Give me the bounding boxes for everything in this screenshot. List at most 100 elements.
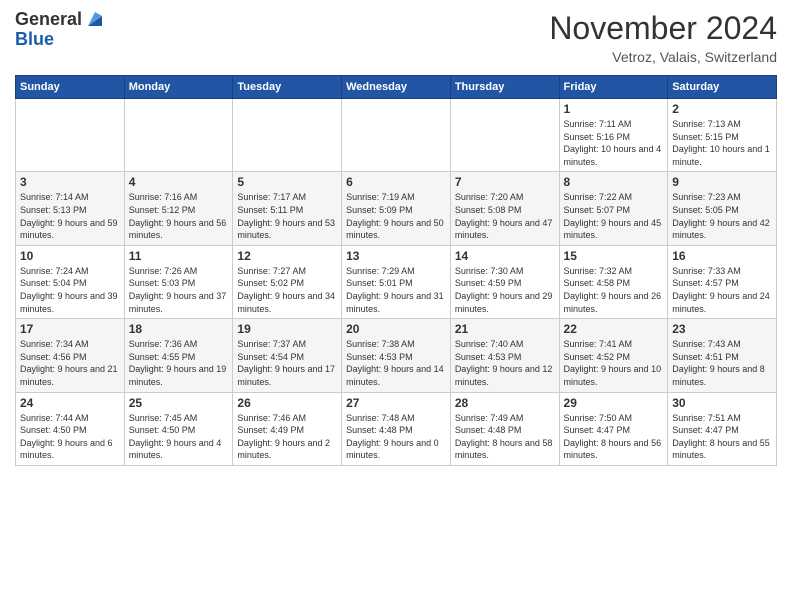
day-number: 9 bbox=[672, 175, 772, 189]
calendar-cell: 30 Sunrise: 7:51 AM Sunset: 4:47 PM Dayli… bbox=[668, 392, 777, 465]
calendar-cell: 22 Sunrise: 7:41 AM Sunset: 4:52 PM Dayli… bbox=[559, 319, 668, 392]
day-info: Sunrise: 7:38 AM Sunset: 4:53 PM Dayligh… bbox=[346, 338, 446, 388]
day-number: 1 bbox=[564, 102, 664, 116]
calendar-week-1: 1 Sunrise: 7:11 AM Sunset: 5:16 PM Daylig… bbox=[16, 99, 777, 172]
calendar-cell: 4 Sunrise: 7:16 AM Sunset: 5:12 PM Daylig… bbox=[124, 172, 233, 245]
calendar-cell: 29 Sunrise: 7:50 AM Sunset: 4:47 PM Dayli… bbox=[559, 392, 668, 465]
day-info: Sunrise: 7:44 AM Sunset: 4:50 PM Dayligh… bbox=[20, 412, 120, 462]
calendar-cell: 8Sunrise: 7:22 AM Sunset: 5:07 PM Daylig… bbox=[559, 172, 668, 245]
calendar-cell: 15 Sunrise: 7:32 AM Sunset: 4:58 PM Dayli… bbox=[559, 245, 668, 318]
calendar-cell bbox=[124, 99, 233, 172]
day-number: 11 bbox=[129, 249, 229, 263]
day-number: 23 bbox=[672, 322, 772, 336]
calendar-cell: 5 Sunrise: 7:17 AM Sunset: 5:11 PM Daylig… bbox=[233, 172, 342, 245]
day-info: Sunrise: 7:26 AM Sunset: 5:03 PM Dayligh… bbox=[129, 265, 229, 315]
day-number: 17 bbox=[20, 322, 120, 336]
day-info: Sunrise: 7:41 AM Sunset: 4:52 PM Dayligh… bbox=[564, 338, 664, 388]
day-number: 14 bbox=[455, 249, 555, 263]
col-thursday: Thursday bbox=[450, 76, 559, 99]
day-info: Sunrise: 7:24 AM Sunset: 5:04 PM Dayligh… bbox=[20, 265, 120, 315]
calendar-cell: 21 Sunrise: 7:40 AM Sunset: 4:53 PM Dayli… bbox=[450, 319, 559, 392]
calendar-cell: 1 Sunrise: 7:11 AM Sunset: 5:16 PM Daylig… bbox=[559, 99, 668, 172]
day-number: 19 bbox=[237, 322, 337, 336]
day-info: Sunrise: 7:45 AM Sunset: 4:50 PM Dayligh… bbox=[129, 412, 229, 462]
col-monday: Monday bbox=[124, 76, 233, 99]
title-block: November 2024 Vetroz, Valais, Switzerlan… bbox=[549, 10, 777, 65]
day-info: Sunrise: 7:50 AM Sunset: 4:47 PM Dayligh… bbox=[564, 412, 664, 462]
day-number: 18 bbox=[129, 322, 229, 336]
calendar-cell bbox=[16, 99, 125, 172]
calendar-cell: 16Sunrise: 7:33 AM Sunset: 4:57 PM Dayli… bbox=[668, 245, 777, 318]
day-info: Sunrise: 7:11 AM Sunset: 5:16 PM Dayligh… bbox=[564, 118, 664, 168]
day-info: Sunrise: 7:32 AM Sunset: 4:58 PM Dayligh… bbox=[564, 265, 664, 315]
calendar-cell: 24 Sunrise: 7:44 AM Sunset: 4:50 PM Dayli… bbox=[16, 392, 125, 465]
day-info: Sunrise: 7:29 AM Sunset: 5:01 PM Dayligh… bbox=[346, 265, 446, 315]
day-number: 13 bbox=[346, 249, 446, 263]
day-number: 28 bbox=[455, 396, 555, 410]
day-number: 25 bbox=[129, 396, 229, 410]
day-info: Sunrise: 7:19 AM Sunset: 5:09 PM Dayligh… bbox=[346, 191, 446, 241]
calendar-cell bbox=[233, 99, 342, 172]
calendar-cell: 13 Sunrise: 7:29 AM Sunset: 5:01 PM Dayli… bbox=[342, 245, 451, 318]
day-info: Sunrise: 7:36 AM Sunset: 4:55 PM Dayligh… bbox=[129, 338, 229, 388]
day-info: Sunrise: 7:48 AM Sunset: 4:48 PM Dayligh… bbox=[346, 412, 446, 462]
calendar-cell: 6 Sunrise: 7:19 AM Sunset: 5:09 PM Daylig… bbox=[342, 172, 451, 245]
day-number: 3 bbox=[20, 175, 120, 189]
day-number: 7 bbox=[455, 175, 555, 189]
col-wednesday: Wednesday bbox=[342, 76, 451, 99]
day-number: 26 bbox=[237, 396, 337, 410]
day-number: 22 bbox=[564, 322, 664, 336]
month-year: November 2024 bbox=[549, 10, 777, 47]
calendar-cell: 10Sunrise: 7:24 AM Sunset: 5:04 PM Dayli… bbox=[16, 245, 125, 318]
calendar-week-3: 10Sunrise: 7:24 AM Sunset: 5:04 PM Dayli… bbox=[16, 245, 777, 318]
day-info: Sunrise: 7:16 AM Sunset: 5:12 PM Dayligh… bbox=[129, 191, 229, 241]
day-info: Sunrise: 7:49 AM Sunset: 4:48 PM Dayligh… bbox=[455, 412, 555, 462]
calendar-cell: 19 Sunrise: 7:37 AM Sunset: 4:54 PM Dayli… bbox=[233, 319, 342, 392]
col-saturday: Saturday bbox=[668, 76, 777, 99]
day-info: Sunrise: 7:23 AM Sunset: 5:05 PM Dayligh… bbox=[672, 191, 772, 241]
day-info: Sunrise: 7:30 AM Sunset: 4:59 PM Dayligh… bbox=[455, 265, 555, 315]
day-number: 21 bbox=[455, 322, 555, 336]
location: Vetroz, Valais, Switzerland bbox=[549, 49, 777, 65]
calendar-week-2: 3 Sunrise: 7:14 AM Sunset: 5:13 PM Daylig… bbox=[16, 172, 777, 245]
calendar-cell: 9 Sunrise: 7:23 AM Sunset: 5:05 PM Daylig… bbox=[668, 172, 777, 245]
logo: General Blue bbox=[15, 10, 106, 50]
day-number: 4 bbox=[129, 175, 229, 189]
calendar-cell: 17Sunrise: 7:34 AM Sunset: 4:56 PM Dayli… bbox=[16, 319, 125, 392]
calendar: Sunday Monday Tuesday Wednesday Thursday… bbox=[15, 75, 777, 466]
day-number: 6 bbox=[346, 175, 446, 189]
calendar-cell bbox=[450, 99, 559, 172]
calendar-cell: 14 Sunrise: 7:30 AM Sunset: 4:59 PM Dayli… bbox=[450, 245, 559, 318]
day-info: Sunrise: 7:43 AM Sunset: 4:51 PM Dayligh… bbox=[672, 338, 772, 388]
day-number: 2 bbox=[672, 102, 772, 116]
day-number: 15 bbox=[564, 249, 664, 263]
calendar-cell: 26 Sunrise: 7:46 AM Sunset: 4:49 PM Dayli… bbox=[233, 392, 342, 465]
day-info: Sunrise: 7:51 AM Sunset: 4:47 PM Dayligh… bbox=[672, 412, 772, 462]
calendar-week-4: 17Sunrise: 7:34 AM Sunset: 4:56 PM Dayli… bbox=[16, 319, 777, 392]
calendar-cell: 25 Sunrise: 7:45 AM Sunset: 4:50 PM Dayli… bbox=[124, 392, 233, 465]
calendar-cell: 27 Sunrise: 7:48 AM Sunset: 4:48 PM Dayli… bbox=[342, 392, 451, 465]
page: General Blue November 2024 Vetroz, Valai… bbox=[0, 0, 792, 612]
day-info: Sunrise: 7:27 AM Sunset: 5:02 PM Dayligh… bbox=[237, 265, 337, 315]
day-info: Sunrise: 7:22 AM Sunset: 5:07 PM Dayligh… bbox=[564, 191, 664, 241]
day-info: Sunrise: 7:37 AM Sunset: 4:54 PM Dayligh… bbox=[237, 338, 337, 388]
day-number: 5 bbox=[237, 175, 337, 189]
calendar-body: 1 Sunrise: 7:11 AM Sunset: 5:16 PM Daylig… bbox=[16, 99, 777, 466]
calendar-cell: 23 Sunrise: 7:43 AM Sunset: 4:51 PM Dayli… bbox=[668, 319, 777, 392]
day-number: 27 bbox=[346, 396, 446, 410]
day-info: Sunrise: 7:13 AM Sunset: 5:15 PM Dayligh… bbox=[672, 118, 772, 168]
col-sunday: Sunday bbox=[16, 76, 125, 99]
day-number: 24 bbox=[20, 396, 120, 410]
day-info: Sunrise: 7:46 AM Sunset: 4:49 PM Dayligh… bbox=[237, 412, 337, 462]
day-number: 29 bbox=[564, 396, 664, 410]
calendar-week-5: 24 Sunrise: 7:44 AM Sunset: 4:50 PM Dayli… bbox=[16, 392, 777, 465]
calendar-cell: 3 Sunrise: 7:14 AM Sunset: 5:13 PM Daylig… bbox=[16, 172, 125, 245]
header: General Blue November 2024 Vetroz, Valai… bbox=[15, 10, 777, 65]
day-info: Sunrise: 7:14 AM Sunset: 5:13 PM Dayligh… bbox=[20, 191, 120, 241]
calendar-cell: 7Sunrise: 7:20 AM Sunset: 5:08 PM Daylig… bbox=[450, 172, 559, 245]
logo-blue: Blue bbox=[15, 30, 106, 50]
calendar-cell bbox=[342, 99, 451, 172]
day-info: Sunrise: 7:17 AM Sunset: 5:11 PM Dayligh… bbox=[237, 191, 337, 241]
day-info: Sunrise: 7:40 AM Sunset: 4:53 PM Dayligh… bbox=[455, 338, 555, 388]
day-number: 30 bbox=[672, 396, 772, 410]
